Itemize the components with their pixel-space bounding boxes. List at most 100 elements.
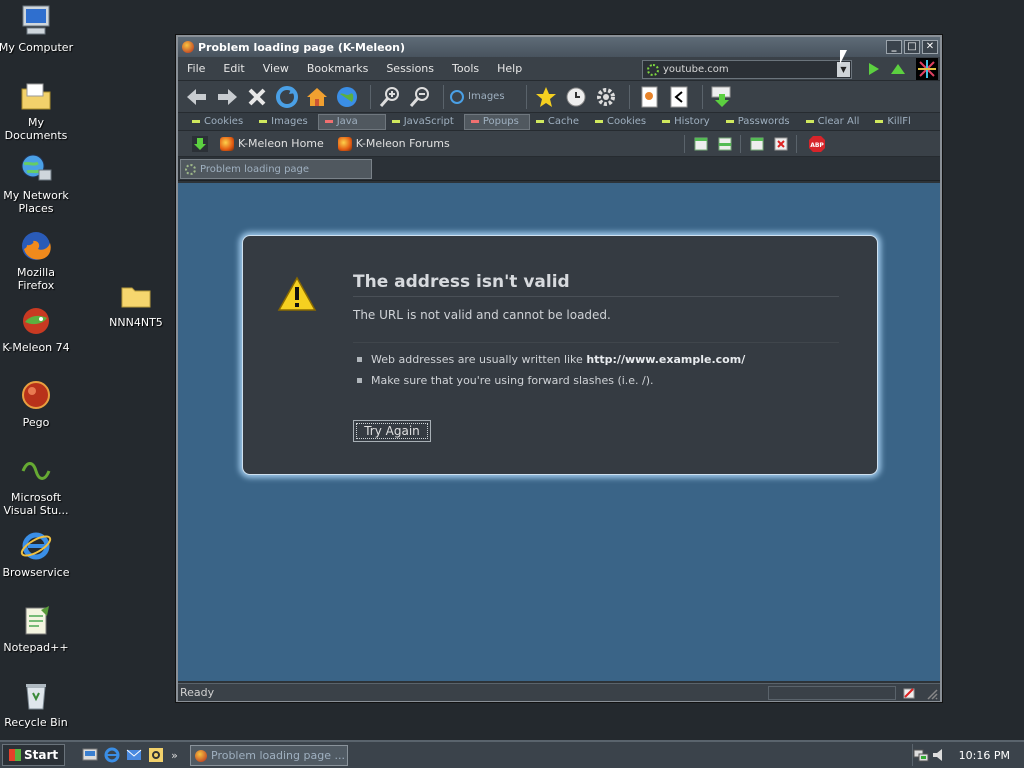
desktop-icon-notepad-plus-plus[interactable]: Notepad++ (0, 604, 74, 654)
maximize-button[interactable]: □ (904, 40, 920, 54)
desktop-icon-visual-studio[interactable]: Microsoft Visual Stu... (0, 454, 74, 517)
privacy-bar: Cookies Images Java JavaScript Popups Ca… (178, 113, 940, 131)
taskbar-button-k-meleon[interactable]: Problem loading page ... (190, 745, 348, 766)
download-arrow-icon[interactable] (192, 135, 208, 152)
desktop-icon-label: Mozilla Firefox (17, 266, 55, 292)
close-button[interactable]: ✕ (922, 40, 938, 54)
globe-icon[interactable] (334, 84, 360, 110)
privacy-toggle-cache[interactable]: Cache (530, 114, 589, 130)
status-panel (768, 686, 896, 700)
desktop-icon-label: Recycle Bin (4, 716, 68, 729)
zoom-out-icon[interactable] (407, 84, 433, 110)
reload-icon[interactable] (274, 84, 300, 110)
up-icon[interactable] (890, 62, 906, 76)
minimize-button[interactable]: _ (886, 40, 902, 54)
home-icon[interactable] (304, 84, 330, 110)
history-icon[interactable] (563, 84, 589, 110)
bookmark-star-icon[interactable] (533, 84, 559, 110)
volume-tray-icon[interactable] (931, 747, 947, 763)
forward-icon[interactable] (214, 84, 240, 110)
toolbar-separator (740, 135, 741, 153)
close-tab-icon[interactable] (774, 137, 788, 151)
menu-tools[interactable]: Tools (443, 62, 488, 75)
privacy-toggle-popups[interactable]: Popups (463, 113, 530, 130)
layout-icon[interactable] (694, 137, 708, 151)
url-bar[interactable]: ▼ (642, 60, 852, 79)
desktop-icon-label: My Computer (0, 41, 74, 54)
link-k-meleon-forums[interactable]: K-Meleon Forums (337, 136, 450, 151)
title-bar[interactable]: Problem loading page (K-Meleon) _ □ ✕ (178, 37, 940, 57)
go-icon[interactable] (866, 62, 880, 76)
desktop-icon-recycle-bin[interactable]: Recycle Bin (0, 679, 74, 729)
internet-explorer-icon (20, 532, 52, 560)
privacy-toggle-cookies-clear[interactable]: Cookies (589, 114, 656, 130)
privacy-toggle-passwords[interactable]: Passwords (720, 114, 800, 130)
privacy-toggle-history[interactable]: History (656, 114, 720, 130)
outlook-express-icon[interactable] (125, 746, 143, 764)
desktop-icon-label: Pego (22, 416, 50, 429)
desktop-icon-nnn4nt5[interactable]: NNN4NT5 (98, 279, 174, 329)
page-info-icon[interactable] (636, 84, 662, 110)
desktop-icon-network-places[interactable]: My Network Places (0, 152, 74, 215)
try-again-button[interactable]: Try Again (353, 420, 431, 442)
toggle-indicator (324, 120, 333, 123)
link-label: K-Meleon Forums (355, 137, 450, 150)
desktop-icon-firefox[interactable]: Mozilla Firefox (0, 229, 74, 292)
k-meleon-icon (195, 749, 207, 762)
desktop-icon-pego[interactable]: Pego (0, 379, 74, 429)
privacy-toggle-killflash[interactable]: KillFl (869, 114, 940, 130)
view-source-icon[interactable] (666, 84, 692, 110)
desktop-icon-browservice[interactable]: Browservice (0, 529, 74, 579)
download-icon[interactable] (709, 84, 735, 110)
tab-problem-loading-page[interactable]: Problem loading page (180, 159, 372, 179)
desktop-icon-my-documents[interactable]: My Documents (0, 79, 74, 142)
privacy-toggle-cookies[interactable]: Cookies (186, 114, 253, 130)
privacy-toggle-images[interactable]: Images (253, 114, 318, 130)
menu-help[interactable]: Help (488, 62, 531, 75)
adblock-icon[interactable]: ABP (808, 135, 826, 153)
settings-gear-icon[interactable] (593, 84, 619, 110)
images-toggle[interactable]: Images (450, 89, 520, 104)
privacy-toggle-java[interactable]: Java (317, 113, 386, 130)
hint-text: Make sure that you're using forward slas… (371, 374, 654, 387)
resize-grip-icon[interactable] (926, 688, 938, 700)
layout-icon[interactable] (718, 137, 732, 151)
browser-window: Problem loading page (K-Meleon) _ □ ✕ Fi… (176, 35, 942, 702)
start-button[interactable]: Start (2, 744, 66, 766)
stop-icon[interactable] (244, 84, 270, 110)
popup-blocked-icon[interactable] (902, 686, 916, 700)
desktop-icon-k-meleon[interactable]: K-Meleon 74 (0, 304, 74, 354)
link-k-meleon-home[interactable]: K-Meleon Home (220, 136, 324, 151)
my-documents-icon (21, 83, 51, 110)
clock: 10:16 PM (958, 748, 1010, 762)
toolbar-separator (443, 84, 444, 109)
desktop-icon-my-computer[interactable]: My Computer (0, 4, 74, 54)
url-input[interactable] (663, 64, 833, 75)
menu-edit[interactable]: Edit (214, 62, 253, 75)
menu-sessions[interactable]: Sessions (377, 62, 443, 75)
recycle-bin-icon (26, 684, 46, 710)
privacy-clear-all[interactable]: Clear All (800, 114, 870, 130)
search-icon[interactable] (147, 746, 165, 764)
quicklaunch-overflow-icon[interactable]: » (171, 749, 178, 762)
error-hints-list: Web addresses are usually written like h… (357, 353, 745, 395)
zoom-in-icon[interactable] (377, 84, 403, 110)
internet-explorer-icon[interactable] (103, 746, 121, 764)
link-label: K-Meleon Home (238, 137, 324, 150)
menu-bookmarks[interactable]: Bookmarks (298, 62, 377, 75)
window-icon[interactable] (750, 137, 764, 151)
toolbar-separator (526, 84, 527, 109)
folder-icon (121, 287, 151, 308)
privacy-toggle-javascript[interactable]: JavaScript (386, 114, 464, 130)
network-tray-icon[interactable] (913, 747, 929, 763)
toggle-indicator (391, 120, 400, 123)
privacy-label: Images (271, 116, 308, 127)
back-icon[interactable] (184, 84, 210, 110)
privacy-label: Popups (482, 116, 519, 127)
tab-label: Problem loading page (200, 163, 310, 175)
show-desktop-icon[interactable] (81, 746, 99, 764)
status-bar: Ready (178, 683, 940, 701)
menu-view[interactable]: View (254, 62, 298, 75)
menu-file[interactable]: File (178, 62, 214, 75)
url-dropdown-button[interactable]: ▼ (837, 62, 850, 77)
